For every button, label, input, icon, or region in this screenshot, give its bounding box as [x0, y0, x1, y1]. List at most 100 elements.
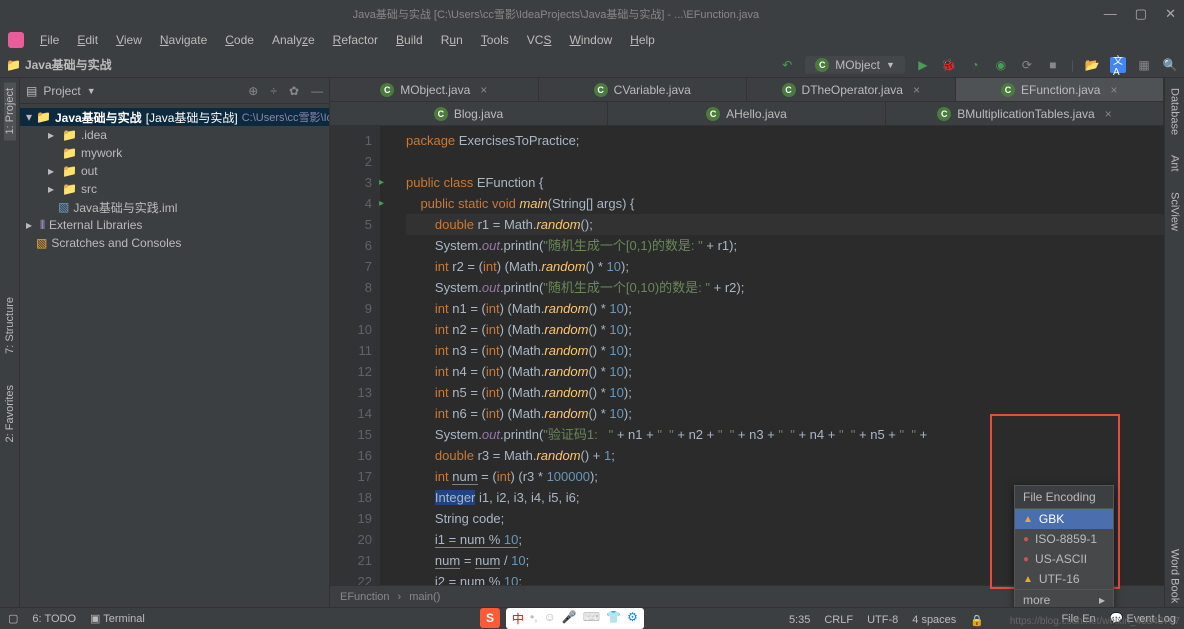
translate-button[interactable]: 文A	[1110, 57, 1126, 73]
menu-vcs[interactable]: VCS	[519, 31, 560, 49]
breadcrumb-root[interactable]: Java基础与实战	[25, 56, 112, 73]
tree-item-mywork[interactable]: 📁 mywork	[20, 144, 329, 162]
menu-edit[interactable]: Edit	[69, 31, 106, 49]
window-controls: — ▢ ✕	[1104, 6, 1176, 22]
ime-punct[interactable]: •,	[530, 610, 538, 627]
tab-cvariable[interactable]: CCVariable.java	[539, 78, 748, 101]
crumb-method[interactable]: main()	[409, 591, 440, 603]
tree-item-iml[interactable]: ▧ Java基础与实践.iml	[20, 198, 329, 216]
square-icon[interactable]: ▢	[8, 612, 18, 625]
debug-button[interactable]: 🐞	[941, 57, 957, 73]
status-position[interactable]: 5:35	[789, 614, 810, 627]
encoding-option-gbk[interactable]: ▲GBK	[1015, 509, 1113, 529]
run-button[interactable]: ▶	[915, 57, 931, 73]
right-tool-strip: Database Ant SciView Word Book	[1164, 78, 1184, 607]
folder-icon: 📁	[6, 58, 21, 72]
undo-arrow-icon[interactable]: ↶	[779, 57, 795, 73]
watermark-url: https://blog.csdn.net/weixin_45843707	[1010, 616, 1180, 627]
folder-icon: 📁	[36, 110, 51, 124]
chevron-down-icon[interactable]: ▼	[87, 86, 96, 96]
ime-settings[interactable]: ⚙	[627, 610, 638, 627]
minimize-button[interactable]: —	[1104, 6, 1117, 22]
ime-emoji[interactable]: ☺	[544, 610, 556, 627]
grid-icon[interactable]: ▦	[1136, 57, 1152, 73]
run-config-dropdown[interactable]: C MObject ▼	[805, 56, 905, 74]
tool-sciview[interactable]: SciView	[1169, 188, 1181, 235]
navbar: 📁 Java基础与实战 ↶ C MObject ▼ ▶ 🐞 ◔ ◉ ⟳ ■ | …	[0, 52, 1184, 78]
ime-keyboard[interactable]: ⌨	[583, 610, 600, 627]
ime-taskbar: S 中 •, ☺ 🎤 ⌨ 👕 ⚙	[480, 607, 644, 629]
ime-person[interactable]: 👕	[606, 610, 621, 627]
hide-panel-button[interactable]: —	[311, 84, 323, 98]
close-icon[interactable]: ×	[480, 83, 487, 97]
encoding-option-ascii[interactable]: ●US-ASCII	[1015, 549, 1113, 569]
tab-bmult[interactable]: CBMultiplicationTables.java×	[886, 102, 1164, 125]
close-icon[interactable]: ×	[1105, 107, 1112, 121]
tree-root-hint: [Java基础与实战]	[146, 109, 238, 126]
tree-item-src[interactable]: ▸📁 src	[20, 180, 329, 198]
tree-scratches[interactable]: ▧ Scratches and Consoles	[20, 234, 329, 252]
menu-file[interactable]: File	[32, 31, 67, 49]
tree-item-idea[interactable]: ▸📁 .idea	[20, 126, 329, 144]
menu-navigate[interactable]: Navigate	[152, 31, 215, 49]
tool-wordbook[interactable]: Word Book	[1169, 545, 1181, 607]
project-view-icon: ▤	[26, 84, 37, 98]
menu-build[interactable]: Build	[388, 31, 431, 49]
tab-blog[interactable]: CBlog.java	[330, 102, 608, 125]
encoding-option-utf16[interactable]: ▲UTF-16	[1015, 569, 1113, 589]
close-button[interactable]: ✕	[1165, 6, 1176, 22]
gear-icon[interactable]: ✿	[289, 84, 299, 98]
popup-title: File Encoding	[1015, 486, 1113, 509]
tab-mobject[interactable]: CMObject.java×	[330, 78, 539, 101]
close-icon[interactable]: ×	[1110, 83, 1117, 97]
crumb-class[interactable]: EFunction	[340, 591, 390, 603]
menu-run[interactable]: Run	[433, 31, 471, 49]
project-panel: ▤ Project ▼ ⊕ ÷ ✿ — ▾ 📁 Java基础与实战 [Java基…	[20, 78, 330, 607]
coverage-button[interactable]: ◔	[967, 57, 983, 73]
tool-structure[interactable]: 7: Structure	[4, 291, 16, 360]
target-icon[interactable]: ⊕	[248, 84, 258, 98]
menu-view[interactable]: View	[108, 31, 150, 49]
search-icon[interactable]: 🔍	[1162, 57, 1178, 73]
menu-window[interactable]: Window	[561, 31, 620, 49]
close-icon[interactable]: ×	[913, 83, 920, 97]
tree-item-out[interactable]: ▸📁 out	[20, 162, 329, 180]
ime-mic[interactable]: 🎤	[562, 610, 577, 627]
menu-code[interactable]: Code	[217, 31, 262, 49]
status-todo[interactable]: 6: TODO	[32, 613, 76, 625]
stop-button[interactable]: ■	[1045, 57, 1061, 73]
menu-refactor[interactable]: Refactor	[325, 31, 386, 49]
tab-ahello[interactable]: CAHello.java	[608, 102, 886, 125]
collapse-icon[interactable]: ÷	[270, 84, 277, 98]
lock-icon[interactable]: 🔒	[970, 614, 984, 627]
project-panel-title[interactable]: Project	[43, 84, 80, 98]
status-indent[interactable]: 4 spaces	[912, 614, 956, 627]
project-tree: ▾ 📁 Java基础与实战 [Java基础与实战] C:\Users\cc雪影\…	[20, 104, 329, 256]
tab-efunction[interactable]: CEFunction.java×	[956, 78, 1165, 101]
status-terminal[interactable]: ▣ Terminal	[90, 612, 145, 625]
menu-tools[interactable]: Tools	[473, 31, 517, 49]
menu-analyze[interactable]: Analyze	[264, 31, 323, 49]
maximize-button[interactable]: ▢	[1135, 6, 1147, 22]
encoding-option-iso[interactable]: ●ISO-8859-1	[1015, 529, 1113, 549]
attach-button[interactable]: ⟳	[1019, 57, 1035, 73]
left-tool-strip: 1: Project 7: Structure 2: Favorites	[0, 78, 20, 607]
tool-database[interactable]: Database	[1169, 84, 1181, 139]
status-encoding[interactable]: UTF-8	[867, 614, 898, 627]
file-encoding-popup: File Encoding ▲GBK ●ISO-8859-1 ●US-ASCII…	[1014, 485, 1114, 611]
tree-external[interactable]: ▸⫴ External Libraries	[20, 216, 329, 234]
tool-favorites[interactable]: 2: Favorites	[4, 379, 16, 448]
sogou-icon[interactable]: S	[480, 608, 500, 628]
titlebar: Java基础与实战 [C:\Users\cc雪影\IdeaProjects\Ja…	[0, 0, 1184, 28]
menu-help[interactable]: Help	[622, 31, 663, 49]
ime-cn[interactable]: 中	[512, 610, 524, 627]
status-line-separator[interactable]: CRLF	[824, 614, 853, 627]
tool-project[interactable]: 1: Project	[4, 82, 16, 140]
tab-dtheoperator[interactable]: CDTheOperator.java×	[747, 78, 956, 101]
profile-button[interactable]: ◉	[993, 57, 1009, 73]
tree-root[interactable]: ▾ 📁 Java基础与实战 [Java基础与实战] C:\Users\cc雪影\…	[20, 108, 329, 126]
tool-ant[interactable]: Ant	[1169, 151, 1181, 176]
menubar: File Edit View Navigate Code Analyze Ref…	[0, 28, 1184, 52]
git-button[interactable]: 📂	[1084, 57, 1100, 73]
chevron-right-icon: ›	[398, 591, 402, 603]
